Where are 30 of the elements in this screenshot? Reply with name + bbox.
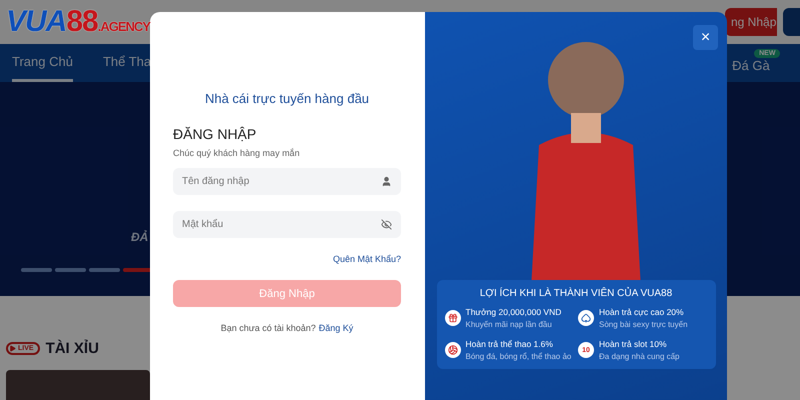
benefit-text: Khuyến mãi nạp lần đầu [466,320,553,329]
banner-caption: ĐẢ [131,230,148,244]
benefit-text: Đa dạng nhà cung cấp [599,352,680,361]
benefit-text: Bóng đá, bóng rổ, thể thao ảo [466,352,572,361]
benefit-title: Thưởng 20,000,000 VND [466,307,562,317]
form-subtitle: Chúc quý khách hàng may mắn [173,148,301,158]
nav-tab[interactable]: Thể Tha [102,44,152,82]
benefit-title: Hoàn trả slot 10% [599,339,668,349]
card-icon [578,310,594,326]
benefits-title: LỢI ÍCH KHI LÀ THÀNH VIÊN CỦA VUA88 [478,288,674,299]
password-field[interactable]: Mật khẩu [173,211,401,238]
forgot-password-link[interactable]: Quên Mật Khẩu? [332,254,401,264]
signup-prompt: Bạn chưa có tài khoản? [220,323,316,333]
eye-off-icon[interactable] [381,219,392,230]
close-button[interactable]: × [693,25,718,50]
tagline: Nhà cái trực tuyến hàng đầu [204,91,370,106]
benefit-title: Hoàn trả thể thao 1.6% [466,339,554,349]
form-title: ĐĂNG NHẬP [173,126,258,142]
site-logo[interactable]: VUA88.AGENCY [6,4,150,39]
benefit-title: Hoàn trả cực cao 20% [599,307,685,317]
signup-link[interactable]: Đăng Ký [318,323,354,333]
user-icon [381,176,392,187]
photo-placeholder[interactable] [6,370,150,400]
username-field[interactable]: Tên đăng nhập [173,168,401,195]
ball-icon [444,342,460,358]
section-title: TÀI XỈU [46,340,99,357]
register-button[interactable] [783,8,800,36]
login-button[interactable]: ng Nhập [725,8,777,36]
gift-icon [444,310,460,326]
benefit-text: Sòng bài sexy trực tuyến [599,320,688,329]
